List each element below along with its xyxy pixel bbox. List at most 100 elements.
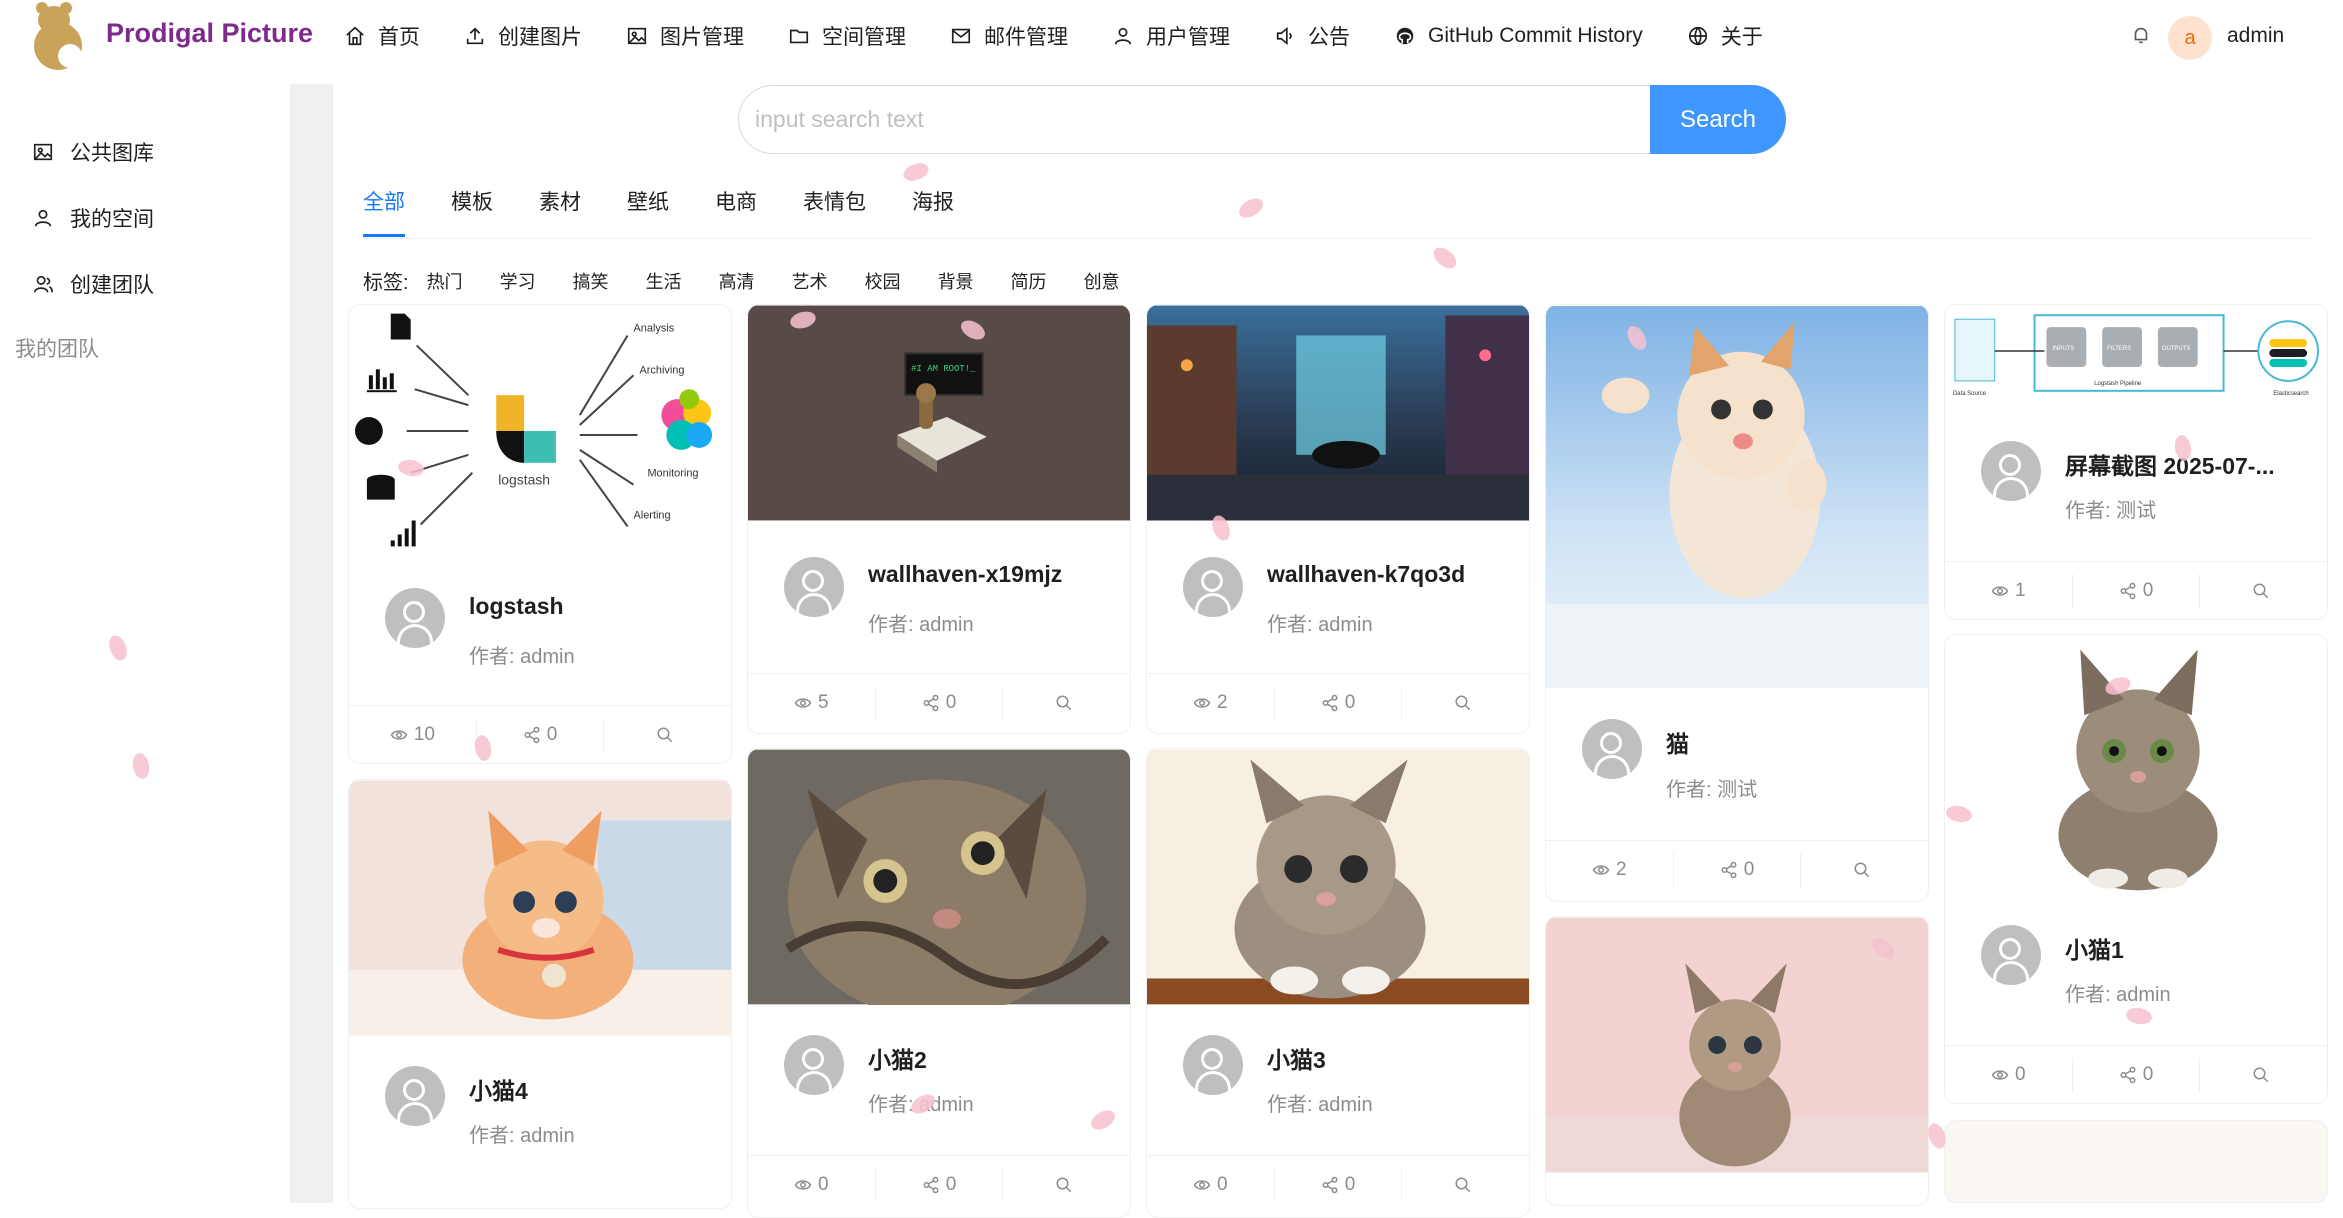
share-button[interactable]: 0: [1674, 853, 1802, 887]
nav-home[interactable]: 首页: [340, 0, 442, 72]
card-actions: 0 0: [1147, 1155, 1529, 1214]
nav-user-manage[interactable]: 用户管理: [1090, 0, 1252, 72]
view-count[interactable]: 0: [748, 1168, 876, 1202]
nav-label: GitHub Commit History: [1428, 24, 1643, 47]
nav-space-manage[interactable]: 空间管理: [766, 0, 928, 72]
picture-card[interactable]: wallhaven-k7qo3d 作者: admin 2 0: [1146, 304, 1530, 734]
picture-card[interactable]: 小猫3 作者: admin 0 0: [1146, 748, 1530, 1218]
user-name[interactable]: admin: [2227, 24, 2284, 48]
share-button[interactable]: 0: [2073, 1058, 2201, 1092]
view-count-value: 1: [2015, 580, 2026, 601]
database-icon: [366, 474, 395, 500]
share-button[interactable]: 0: [477, 718, 605, 752]
card-title: wallhaven-k7qo3d: [1267, 561, 1466, 587]
card-actions: 5 0: [748, 673, 1130, 732]
sidebar-item-label: 创建团队: [70, 274, 154, 297]
tag-item[interactable]: 校园: [865, 268, 901, 294]
bell-icon[interactable]: [2130, 24, 2152, 46]
tab-wallpaper[interactable]: 壁纸: [627, 186, 669, 237]
share-button[interactable]: 0: [876, 1168, 1004, 1202]
tab-emoji[interactable]: 表情包: [803, 186, 866, 237]
card-image: Data Source INPUTS FILTERS OUTPUTS Logst…: [1945, 305, 2327, 413]
tag-item[interactable]: 生活: [646, 268, 682, 294]
nav-create-picture[interactable]: 创建图片: [442, 0, 604, 72]
sidebar-item-create-team[interactable]: 创建团队: [32, 269, 154, 299]
share-icon: [1322, 1176, 1338, 1194]
brand-logo[interactable]: [22, 0, 92, 72]
nav-picture-manage[interactable]: 图片管理: [604, 0, 766, 72]
view-count[interactable]: 2: [1546, 853, 1674, 887]
card-actions: 0 0: [1945, 1045, 2327, 1103]
search-similar-button[interactable]: [1402, 1168, 1529, 1202]
share-icon: [923, 1176, 939, 1194]
nav-label: 关于: [1720, 26, 1763, 49]
view-count[interactable]: 0: [1945, 1058, 2073, 1092]
share-button[interactable]: 0: [876, 686, 1004, 720]
view-count[interactable]: 10: [349, 718, 477, 752]
card-actions: 2 0: [1147, 673, 1529, 732]
card-author: 作者: 测试: [2065, 500, 2157, 522]
eye-icon: [1193, 698, 1211, 708]
view-count[interactable]: 1: [1945, 574, 2073, 608]
picture-card[interactable]: [1545, 916, 1929, 1206]
picture-card[interactable]: 小猫1 作者: admin 0 0: [1944, 634, 2328, 1104]
share-button[interactable]: 0: [1275, 1168, 1403, 1202]
tag-item[interactable]: 艺术: [792, 268, 828, 294]
sound-icon: [1276, 26, 1292, 46]
view-count-value: 2: [1217, 692, 1228, 713]
picture-card[interactable]: Data Source INPUTS FILTERS OUTPUTS Logst…: [1944, 304, 2328, 620]
search-similar-button[interactable]: [1003, 686, 1130, 720]
picture-card[interactable]: 小猫4 作者: admin: [348, 779, 732, 1209]
nav-label: 图片管理: [660, 26, 744, 49]
view-count[interactable]: 0: [1147, 1168, 1275, 1202]
tag-item[interactable]: 简历: [1011, 268, 1047, 294]
tag-item[interactable]: 搞笑: [573, 268, 609, 294]
tag-item[interactable]: 创意: [1084, 268, 1120, 294]
view-count[interactable]: 2: [1147, 686, 1275, 720]
tag-filter: 标签: 热门 学习 搞笑 生活 高清 艺术 校园 背景 简历 创意: [363, 266, 1157, 295]
picture-card[interactable]: 小猫2 作者: admin 0 0: [747, 748, 1131, 1218]
view-count[interactable]: 5: [748, 686, 876, 720]
search-similar-button[interactable]: [1801, 853, 1928, 887]
nav-announcement[interactable]: 公告: [1252, 0, 1372, 72]
nav-mail-manage[interactable]: 邮件管理: [928, 0, 1090, 72]
tag-item[interactable]: 背景: [938, 268, 974, 294]
picture-card[interactable]: #I AM ROOT!_ wallhaven-x19mjz 作者: admin …: [747, 304, 1131, 734]
tab-ecommerce[interactable]: 电商: [715, 186, 757, 237]
diagram-label: Logstash Pipeline: [2094, 381, 2142, 387]
search-similar-button[interactable]: [604, 718, 731, 752]
picture-icon: [33, 143, 53, 161]
search-button[interactable]: Search: [1650, 85, 1786, 154]
tab-template[interactable]: 模板: [451, 186, 493, 237]
search-input[interactable]: [738, 85, 1650, 154]
share-button[interactable]: 0: [1275, 686, 1403, 720]
nav-github-history[interactable]: GitHub Commit History: [1372, 0, 1665, 72]
picture-card[interactable]: 猫 作者: 测试 2 0: [1545, 304, 1929, 902]
share-count-value: 0: [1344, 692, 1356, 713]
nav-about[interactable]: 关于: [1665, 0, 1785, 72]
search-similar-button[interactable]: [2200, 1058, 2327, 1092]
search-similar-button[interactable]: [1402, 686, 1529, 720]
view-count-value: 0: [1217, 1174, 1228, 1195]
tag-item[interactable]: 热门: [427, 268, 463, 294]
picture-card[interactable]: [1944, 1120, 2328, 1203]
sidebar-item-public-gallery[interactable]: 公共图库: [32, 137, 154, 167]
sidebar: [0, 84, 290, 1203]
tab-material[interactable]: 素材: [539, 186, 581, 237]
tab-poster[interactable]: 海报: [912, 186, 954, 237]
search-similar-button[interactable]: [2200, 574, 2327, 608]
picture-card[interactable]: logstash Analysis Archiving Monitoring A…: [348, 304, 732, 764]
tab-all[interactable]: 全部: [363, 186, 405, 237]
card-author: 作者: admin: [1267, 1094, 1373, 1116]
tag-item[interactable]: 学习: [500, 268, 536, 294]
author-avatar: [784, 1035, 844, 1095]
home-icon: [346, 26, 364, 46]
tag-item[interactable]: 高清: [719, 268, 755, 294]
brand-name[interactable]: Prodigal Picture: [106, 18, 313, 49]
share-button[interactable]: 0: [2073, 574, 2201, 608]
card-author: 作者: admin: [1267, 614, 1373, 636]
sidebar-item-my-space[interactable]: 我的空间: [32, 203, 154, 233]
user-avatar[interactable]: a: [2168, 16, 2212, 60]
search-icon: [1455, 1177, 1470, 1193]
search-similar-button[interactable]: [1003, 1168, 1130, 1202]
